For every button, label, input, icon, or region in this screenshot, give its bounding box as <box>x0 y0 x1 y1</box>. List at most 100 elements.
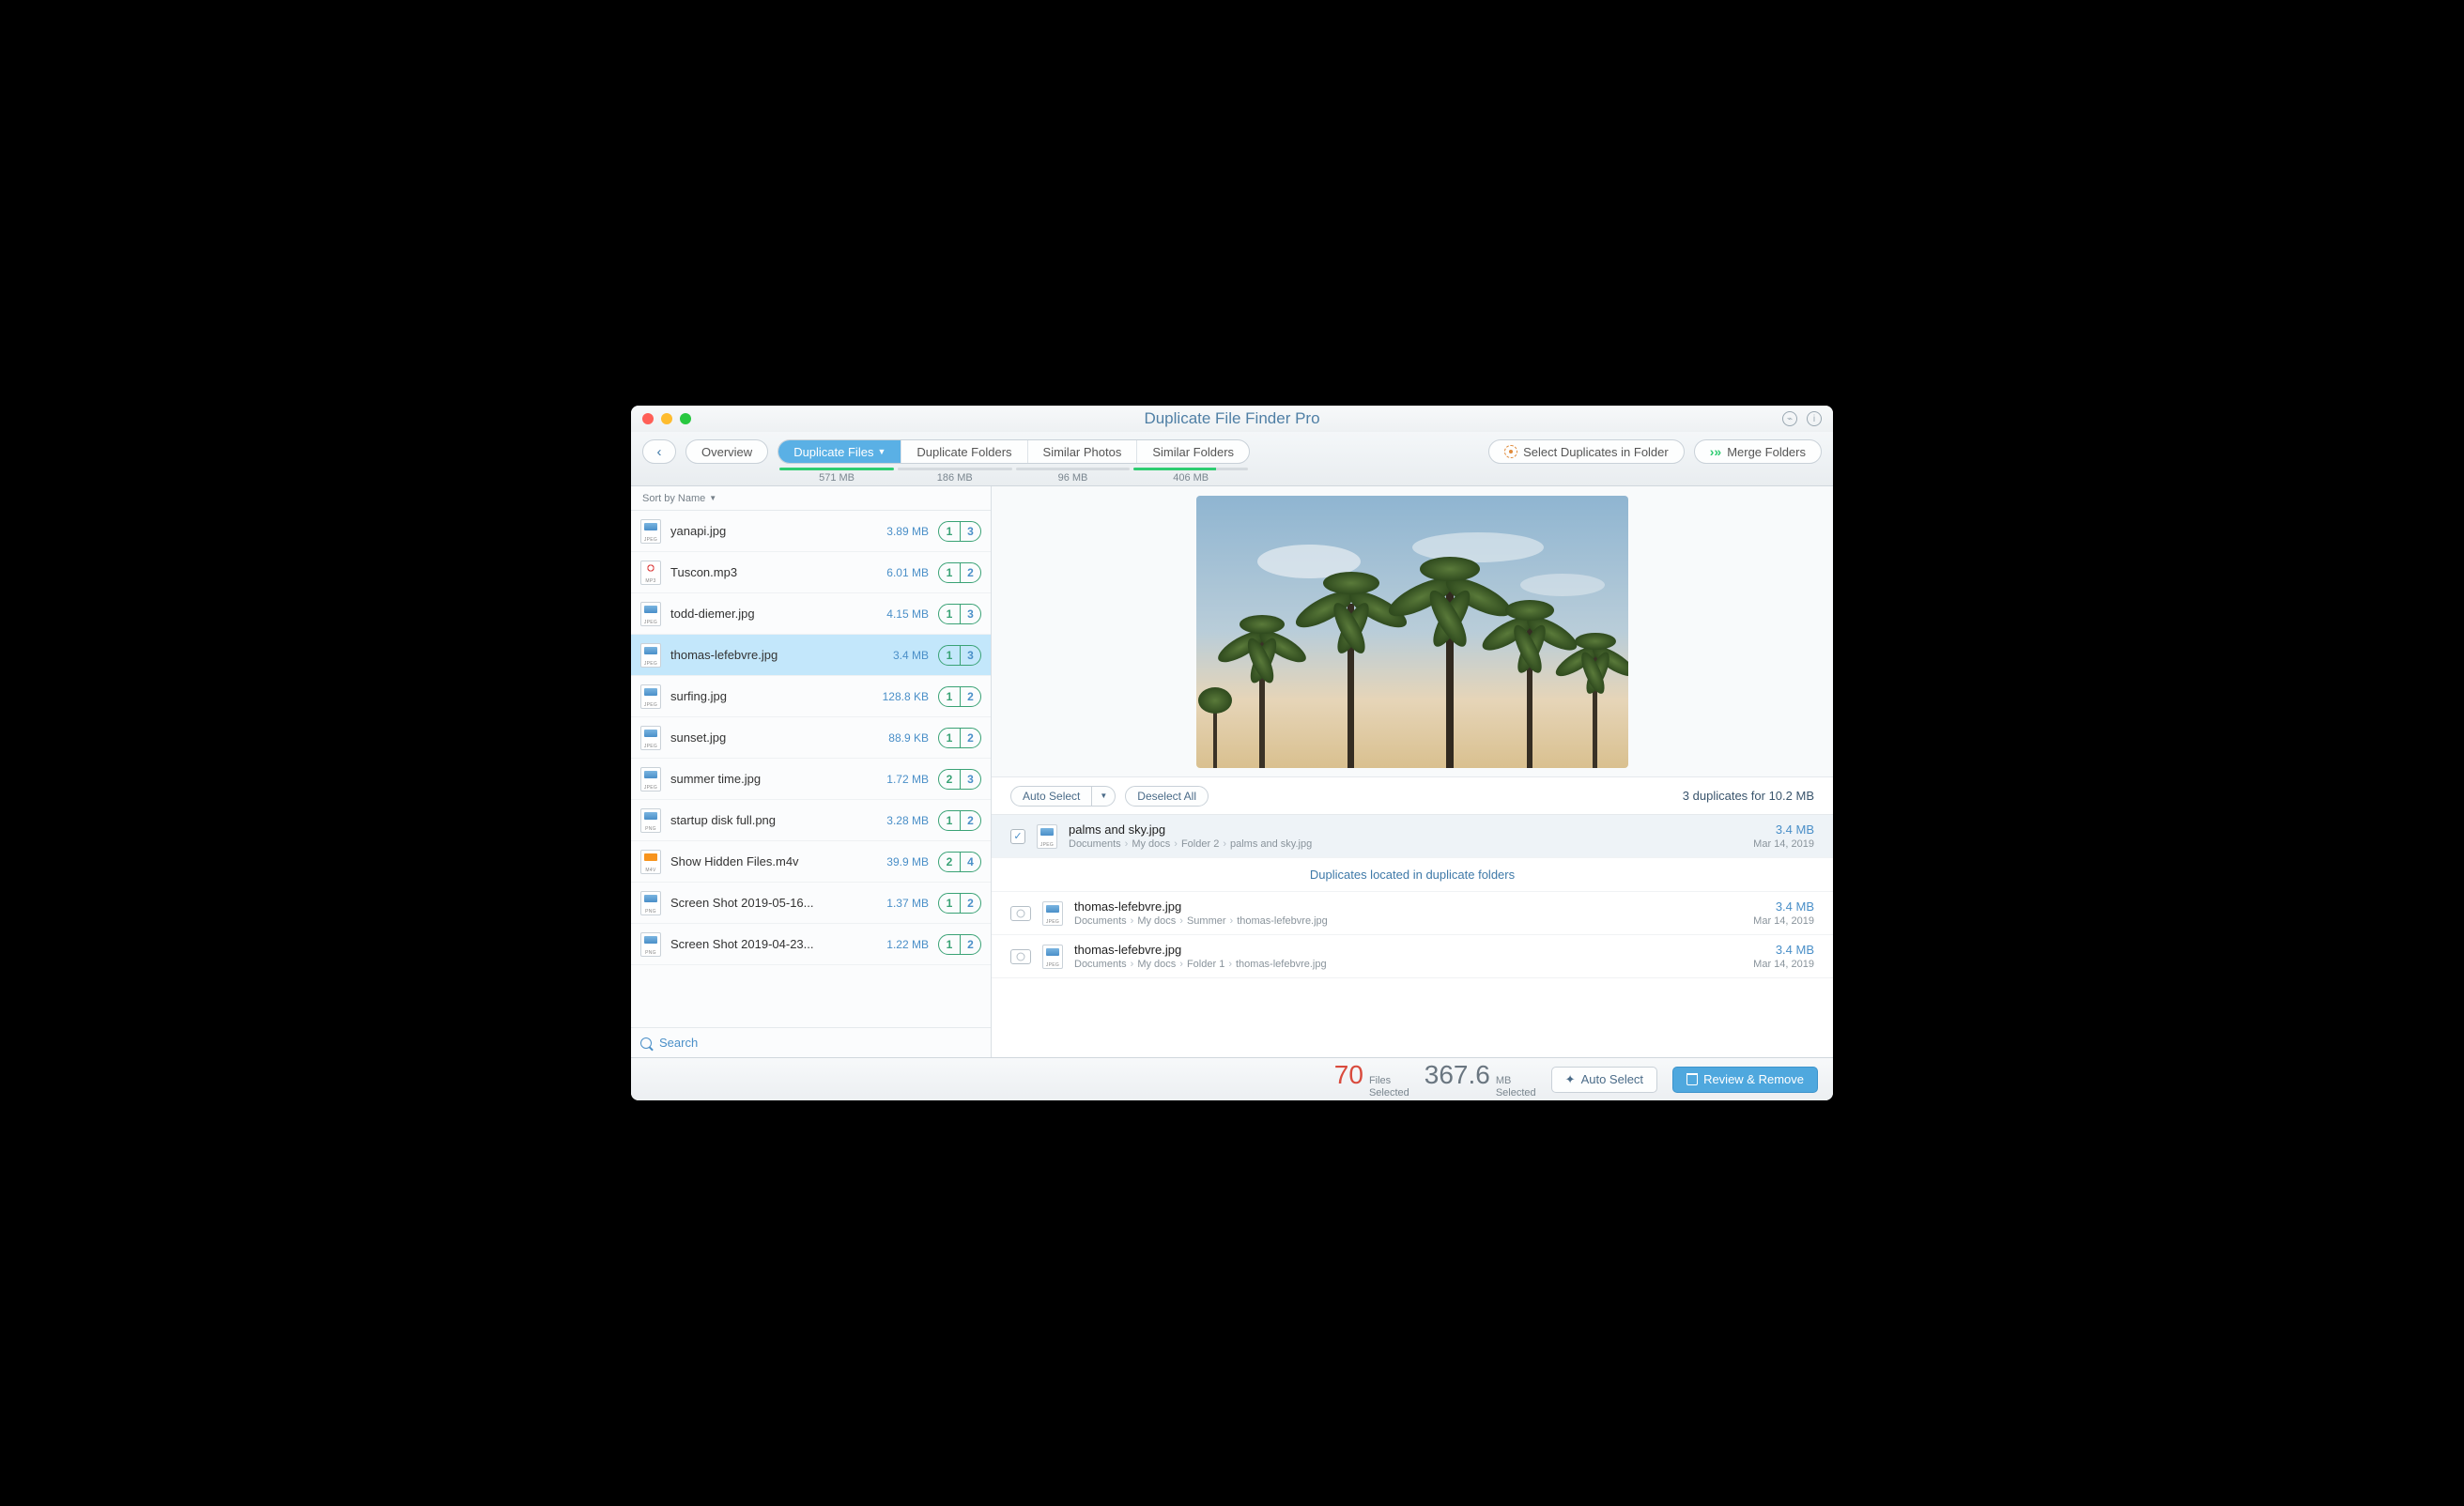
duplicate-count-badge: 13 <box>938 604 981 624</box>
file-icon <box>1042 945 1063 969</box>
duplicate-path: Documents›My docs›Folder 1›thomas-lefebv… <box>1074 959 1742 970</box>
duplicate-count-badge: 12 <box>938 934 981 955</box>
file-row[interactable]: Show Hidden Files.m4v39.9 MB24 <box>631 841 991 883</box>
file-icon <box>640 767 661 791</box>
wand-icon <box>1565 1072 1576 1087</box>
file-row[interactable]: summer time.jpg1.72 MB23 <box>631 759 991 800</box>
file-name: Screen Shot 2019-04-23... <box>670 937 861 951</box>
file-size: 1.37 MB <box>870 897 929 910</box>
file-size: 88.9 KB <box>870 731 929 745</box>
tab-similar-photos[interactable]: Similar Photos <box>1027 440 1137 463</box>
duplicate-count-badge: 12 <box>938 686 981 707</box>
duplicate-item[interactable]: thomas-lefebvre.jpgDocuments›My docs›Fol… <box>992 935 1833 978</box>
duplicate-count-badge: 13 <box>938 645 981 666</box>
status-bar: 70 FilesSelected 367.6 MBSelected Auto S… <box>631 1057 1833 1100</box>
sidebar: Sort by Name▼ yanapi.jpg 3.89 MB 13 Tuscon.… <box>631 486 992 1057</box>
app-title: Duplicate File Finder Pro <box>631 409 1833 428</box>
chevron-down-icon: ▼ <box>1100 791 1107 800</box>
camera-icon[interactable] <box>1010 949 1031 964</box>
target-icon <box>1504 445 1517 458</box>
chevron-down-icon: ▼ <box>709 494 716 502</box>
file-name: Tuscon.mp3 <box>670 565 861 579</box>
preview-image <box>1196 496 1628 768</box>
file-size: 128.8 KB <box>870 690 929 703</box>
tab-duplicate-folders[interactable]: Duplicate Folders <box>901 440 1026 463</box>
file-size: 6.01 MB <box>870 566 929 579</box>
duplicate-size: 3.4 MB <box>1753 822 1814 837</box>
duplicate-path: Documents›My docs›Summer›thomas-lefebvre… <box>1074 915 1742 927</box>
review-remove-button[interactable]: Review & Remove <box>1672 1067 1818 1093</box>
back-button[interactable]: ‹ <box>642 439 676 464</box>
duplicate-count-badge: 12 <box>938 893 981 914</box>
select-duplicates-button[interactable]: Select Duplicates in Folder <box>1488 439 1685 464</box>
file-name: startup disk full.png <box>670 813 861 827</box>
file-size: 3.89 MB <box>870 525 929 538</box>
trash-icon <box>1686 1073 1698 1085</box>
file-row[interactable]: surfing.jpg 128.8 KB 12 <box>631 676 991 717</box>
file-row[interactable]: todd-diemer.jpg 4.15 MB 13 <box>631 593 991 635</box>
file-name: sunset.jpg <box>670 730 861 745</box>
duplicate-name: palms and sky.jpg <box>1069 822 1742 837</box>
duplicate-item[interactable]: ✓ palms and sky.jpgDocuments›My docs›Fold… <box>992 815 1833 858</box>
detail-panel: Auto Select ▼ Deselect All 3 duplicates … <box>992 486 1833 1057</box>
tab-duplicate-files[interactable]: Duplicate Files▼ <box>778 440 901 463</box>
footer-auto-select-button[interactable]: Auto Select <box>1551 1067 1657 1093</box>
duplicate-size: 3.4 MB <box>1753 899 1814 914</box>
file-icon <box>1042 901 1063 926</box>
detail-actions: Auto Select ▼ Deselect All 3 duplicates … <box>992 777 1833 815</box>
titlebar: Duplicate File Finder Pro ⌁ i <box>631 406 1833 432</box>
overview-button[interactable]: Overview <box>685 439 768 464</box>
tab-size-label: 186 MB <box>937 472 973 484</box>
duplicate-count-badge: 13 <box>938 521 981 542</box>
sort-dropdown[interactable]: Sort by Name▼ <box>631 486 991 511</box>
file-icon <box>640 932 661 957</box>
tab-size-label: 406 MB <box>1173 472 1209 484</box>
duplicate-item[interactable]: thomas-lefebvre.jpgDocuments›My docs›Sum… <box>992 892 1833 935</box>
camera-icon[interactable] <box>1010 906 1031 921</box>
file-name: Screen Shot 2019-05-16... <box>670 896 861 910</box>
file-name: yanapi.jpg <box>670 524 861 538</box>
tab-size-label: 96 MB <box>1058 472 1088 484</box>
app-window: Duplicate File Finder Pro ⌁ i ‹ Overview… <box>631 406 1833 1100</box>
file-size: 4.15 MB <box>870 607 929 621</box>
file-row[interactable]: Screen Shot 2019-05-16... 1.37 MB 12 <box>631 883 991 924</box>
duplicate-size: 3.4 MB <box>1753 943 1814 957</box>
duplicate-date: Mar 14, 2019 <box>1753 838 1814 850</box>
size-selected-stat: 367.6 MBSelected <box>1424 1060 1536 1098</box>
toolbar: ‹ Overview Duplicate Files▼Duplicate Fol… <box>631 432 1833 486</box>
search-input[interactable]: Search <box>631 1027 991 1057</box>
deselect-all-button[interactable]: Deselect All <box>1125 786 1209 807</box>
section-header: Duplicates located in duplicate folders <box>992 858 1833 892</box>
files-selected-stat: 70 FilesSelected <box>1334 1060 1409 1098</box>
file-row[interactable]: Tuscon.mp3 6.01 MB 12 <box>631 552 991 593</box>
file-row[interactable]: yanapi.jpg 3.89 MB 13 <box>631 511 991 552</box>
auto-select-button[interactable]: Auto Select <box>1010 786 1092 807</box>
file-row[interactable]: Screen Shot 2019-04-23... 1.22 MB 12 <box>631 924 991 965</box>
file-row[interactable]: thomas-lefebvre.jpg3.4 MB13 <box>631 635 991 676</box>
duplicate-count-badge: 23 <box>938 769 981 790</box>
file-size: 3.4 MB <box>870 649 929 662</box>
file-name: todd-diemer.jpg <box>670 607 861 621</box>
duplicate-date: Mar 14, 2019 <box>1753 915 1814 927</box>
file-size: 1.22 MB <box>870 938 929 951</box>
file-icon <box>640 561 661 585</box>
auto-select-dropdown[interactable]: ▼ <box>1092 786 1116 807</box>
file-name: surfing.jpg <box>670 689 861 703</box>
file-icon <box>640 891 661 915</box>
file-icon <box>640 850 661 874</box>
file-row[interactable]: startup disk full.png3.28 MB12 <box>631 800 991 841</box>
file-name: Show Hidden Files.m4v <box>670 854 861 868</box>
file-row[interactable]: sunset.jpg88.9 KB12 <box>631 717 991 759</box>
duplicate-count-badge: 12 <box>938 562 981 583</box>
file-icon <box>640 726 661 750</box>
view-tabs: Duplicate Files▼Duplicate FoldersSimilar… <box>778 439 1250 464</box>
preview-area <box>992 486 1833 777</box>
duplicate-count-badge: 24 <box>938 852 981 872</box>
checkbox[interactable]: ✓ <box>1010 829 1025 844</box>
merge-folders-button[interactable]: ›»Merge Folders <box>1694 439 1822 464</box>
file-name: summer time.jpg <box>670 772 861 786</box>
duplicate-path: Documents›My docs›Folder 2›palms and sky… <box>1069 838 1742 850</box>
merge-icon: ›» <box>1710 444 1721 459</box>
tab-similar-folders[interactable]: Similar Folders <box>1136 440 1249 463</box>
file-list[interactable]: yanapi.jpg 3.89 MB 13 Tuscon.mp3 6.01 MB 12 to… <box>631 511 991 1027</box>
